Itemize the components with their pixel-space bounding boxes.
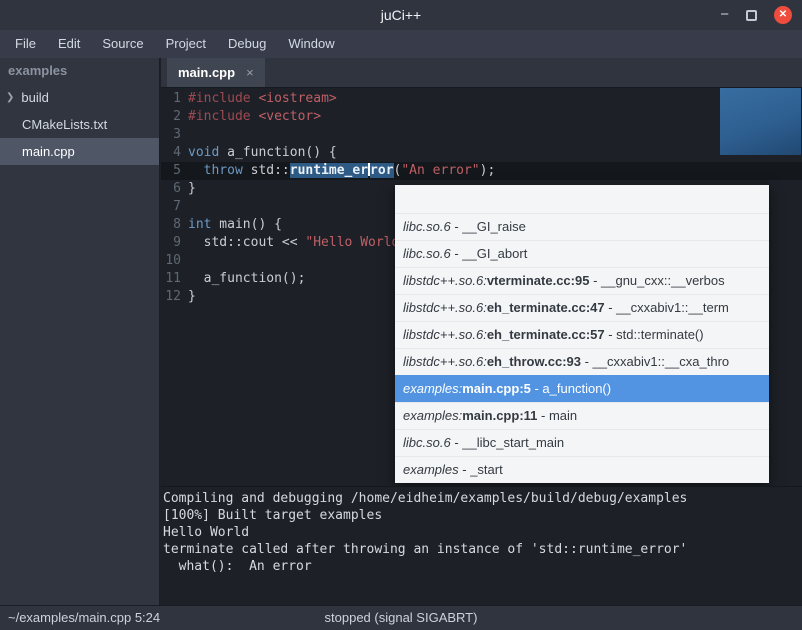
line-number: 4 bbox=[161, 144, 188, 162]
code-text: int main() { bbox=[188, 216, 282, 234]
menu-item-file[interactable]: File bbox=[4, 30, 47, 58]
stack-trace-popup-header bbox=[395, 185, 769, 213]
stack-trace-list: libc.so.6 - __GI_raiselibc.so.6 - __GI_a… bbox=[395, 213, 769, 483]
code-line: 2#include <vector> bbox=[161, 108, 802, 126]
stack-frame-item[interactable]: libc.so.6 - __GI_raise bbox=[395, 213, 769, 240]
status-bar: ~/examples/main.cpp 5:24 stopped (signal… bbox=[0, 605, 802, 630]
code-text: a_function(); bbox=[188, 270, 305, 288]
tab-close-icon[interactable]: × bbox=[246, 65, 254, 80]
tree-header: examples bbox=[0, 58, 159, 84]
line-number: 5 bbox=[161, 162, 188, 180]
line-number: 1 bbox=[161, 90, 188, 108]
stack-trace-popup: libc.so.6 - __GI_raiselibc.so.6 - __GI_a… bbox=[395, 185, 769, 483]
code-text: #include <iostream> bbox=[188, 90, 337, 108]
stack-frame-item[interactable]: libstdc++.so.6:eh_throw.cc:93 - __cxxabi… bbox=[395, 348, 769, 375]
chevron-right-icon: ❯ bbox=[6, 92, 14, 103]
close-icon[interactable]: ✕ bbox=[774, 6, 792, 24]
editor-tab-bar: main.cpp × bbox=[161, 58, 802, 88]
code-line: 3 bbox=[161, 126, 802, 144]
line-number: 7 bbox=[161, 198, 188, 216]
menu-item-debug[interactable]: Debug bbox=[217, 30, 277, 58]
file-tree: ❯ build CMakeLists.txt main.cpp bbox=[0, 84, 159, 165]
terminal-line: what(): An error bbox=[163, 558, 800, 575]
tree-item-label: main.cpp bbox=[22, 144, 75, 159]
stack-frame-item[interactable]: libstdc++.so.6:vterminate.cc:95 - __gnu_… bbox=[395, 267, 769, 294]
line-number: 2 bbox=[161, 108, 188, 126]
terminal-line: terminate called after throwing an insta… bbox=[163, 541, 800, 558]
file-tree-panel: examples ❯ build CMakeLists.txt main.cpp bbox=[0, 58, 160, 605]
code-line: 5 throw std::runtime_error("An error"); bbox=[161, 162, 802, 180]
tree-item-cmakelists-txt[interactable]: CMakeLists.txt bbox=[0, 111, 159, 138]
stack-frame-item[interactable]: libc.so.6 - __libc_start_main bbox=[395, 429, 769, 456]
terminal-line: [100%] Built target examples bbox=[163, 507, 800, 524]
code-text: throw std::runtime_error("An error"); bbox=[188, 162, 495, 180]
stack-frame-item[interactable]: examples:main.cpp:11 - main bbox=[395, 402, 769, 429]
stack-frame-item[interactable]: examples - _start bbox=[395, 456, 769, 483]
code-text: } bbox=[188, 288, 196, 306]
window-controls: − ✕ bbox=[720, 0, 792, 30]
tree-item-main-cpp[interactable]: main.cpp bbox=[0, 138, 159, 165]
line-number: 11 bbox=[161, 270, 188, 288]
menu-item-source[interactable]: Source bbox=[91, 30, 154, 58]
app-window: juCi++ − ✕ FileEditSourceProjectDebugWin… bbox=[0, 0, 802, 630]
terminal-line: Compiling and debugging /home/eidheim/ex… bbox=[163, 490, 800, 507]
line-number: 10 bbox=[161, 252, 188, 270]
tree-item-label: CMakeLists.txt bbox=[22, 117, 107, 132]
stack-frame-item[interactable]: libstdc++.so.6:eh_terminate.cc:57 - std:… bbox=[395, 321, 769, 348]
code-text: void a_function() { bbox=[188, 144, 337, 162]
line-number: 6 bbox=[161, 180, 188, 198]
maximize-icon[interactable] bbox=[746, 10, 757, 21]
tab-main-cpp[interactable]: main.cpp × bbox=[167, 58, 265, 87]
code-text: #include <vector> bbox=[188, 108, 321, 126]
line-number: 9 bbox=[161, 234, 188, 252]
code-text: } bbox=[188, 180, 196, 198]
stack-frame-item[interactable]: examples:main.cpp:5 - a_function() bbox=[395, 375, 769, 402]
line-number: 12 bbox=[161, 288, 188, 306]
tree-item-label: build bbox=[21, 90, 48, 105]
minimize-icon[interactable]: − bbox=[720, 0, 729, 30]
menu-item-edit[interactable]: Edit bbox=[47, 30, 91, 58]
menu-bar: FileEditSourceProjectDebugWindow bbox=[0, 30, 802, 58]
menu-item-window[interactable]: Window bbox=[277, 30, 345, 58]
terminal-line: Hello World bbox=[163, 524, 800, 541]
status-debug-state: stopped (signal SIGABRT) bbox=[0, 606, 802, 630]
code-line: 4void a_function() { bbox=[161, 144, 802, 162]
code-line: 1#include <iostream> bbox=[161, 90, 802, 108]
window-title: juCi++ bbox=[0, 0, 802, 30]
editor-overlay-box bbox=[720, 88, 801, 155]
line-number: 3 bbox=[161, 126, 188, 144]
tree-item-build[interactable]: ❯ build bbox=[0, 84, 159, 111]
tab-label: main.cpp bbox=[178, 65, 235, 80]
stack-frame-item[interactable]: libc.so.6 - __GI_abort bbox=[395, 240, 769, 267]
stack-frame-item[interactable]: libstdc++.so.6:eh_terminate.cc:47 - __cx… bbox=[395, 294, 769, 321]
terminal-output[interactable]: Compiling and debugging /home/eidheim/ex… bbox=[161, 486, 802, 605]
menu-item-project[interactable]: Project bbox=[155, 30, 217, 58]
line-number: 8 bbox=[161, 216, 188, 234]
title-bar: juCi++ − ✕ bbox=[0, 0, 802, 30]
